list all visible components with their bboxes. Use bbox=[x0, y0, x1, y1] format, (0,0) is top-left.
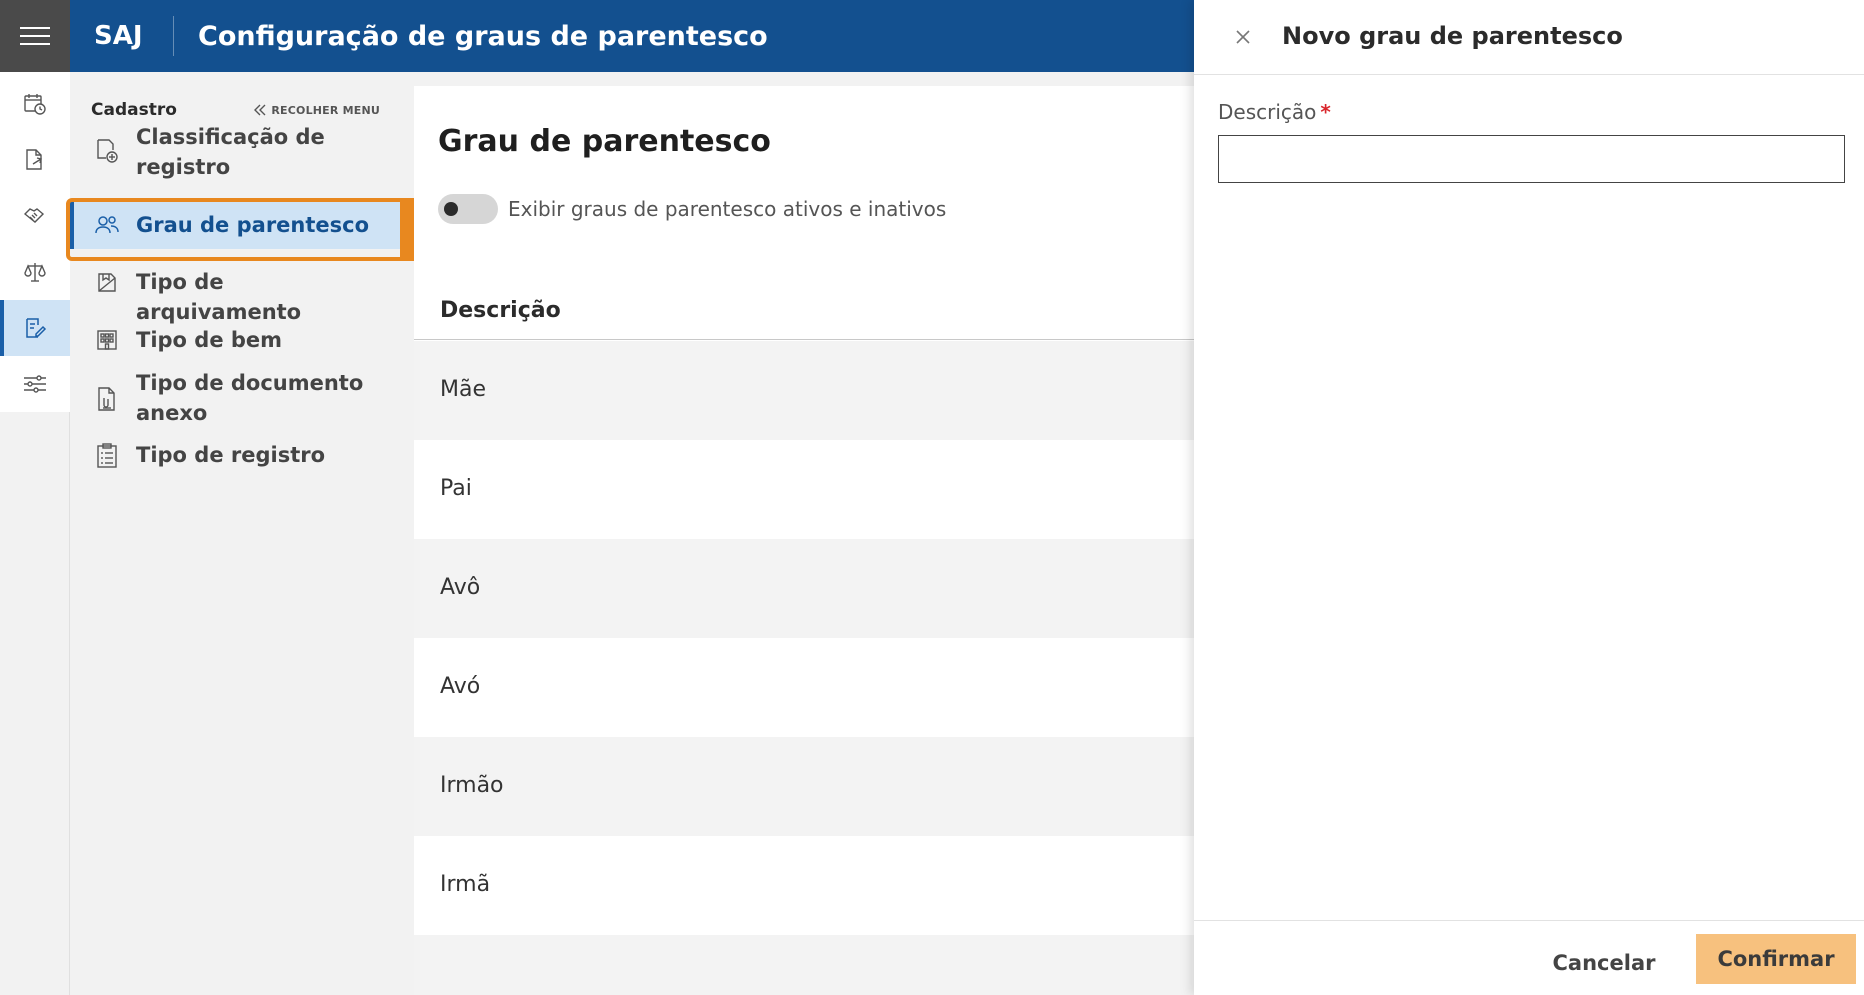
toggle-knob bbox=[444, 202, 458, 216]
menu-item-label: Tipo de registro bbox=[136, 443, 326, 467]
row-description: Irmão bbox=[440, 773, 504, 798]
submenu-title: Cadastro bbox=[91, 100, 177, 120]
row-description: Pai bbox=[440, 476, 472, 501]
brand-logo[interactable]: SAJ bbox=[70, 21, 173, 51]
handshake-icon bbox=[23, 208, 45, 223]
drawer-header: Novo grau de parentesco bbox=[1194, 0, 1864, 75]
active-toggle-row: Exibir graus de parentesco ativos e inat… bbox=[438, 194, 946, 224]
table-row[interactable]: Irmão bbox=[414, 737, 1194, 836]
required-marker: * bbox=[1320, 100, 1331, 124]
table-column-header[interactable]: Descrição bbox=[414, 284, 1194, 340]
toggle-label: Exibir graus de parentesco ativos e inat… bbox=[508, 197, 947, 221]
document-share-icon bbox=[26, 149, 42, 170]
checklist-icon bbox=[94, 443, 120, 469]
table-row-partial[interactable] bbox=[414, 935, 1194, 995]
drawer-close-button[interactable] bbox=[1230, 24, 1256, 50]
table-row[interactable]: Pai bbox=[414, 440, 1194, 539]
menu-item-label: Tipo de documento anexo bbox=[136, 371, 364, 425]
menu-item-classificacao[interactable]: Classificação de registro bbox=[70, 122, 400, 180]
archive-icon bbox=[94, 269, 120, 295]
rail-item-documents[interactable] bbox=[0, 132, 70, 188]
content-title: Grau de parentesco bbox=[438, 124, 771, 159]
submenu-header: Cadastro RECOLHER MENU bbox=[91, 98, 380, 122]
row-description: Avô bbox=[440, 575, 481, 600]
rail-item-cadastro[interactable] bbox=[0, 300, 70, 356]
calendar-clock-icon bbox=[24, 94, 46, 115]
double-chevron-left-icon bbox=[254, 104, 266, 116]
scales-icon bbox=[24, 263, 46, 282]
drawer-footer: Cancelar Confirmar bbox=[1194, 920, 1864, 995]
main-content: Grau de parentesco Exibir graus de paren… bbox=[414, 86, 1194, 995]
menu-item-tipo-de-arquivamento[interactable]: Tipo de arquivamento bbox=[70, 258, 400, 324]
close-icon bbox=[1236, 30, 1250, 44]
cancel-button[interactable]: Cancelar bbox=[1534, 939, 1674, 987]
menu-item-tipo-de-documento-anexo[interactable]: Tipo de documento anexo bbox=[70, 368, 400, 430]
building-icon bbox=[94, 327, 120, 353]
table-row[interactable]: Avô bbox=[414, 539, 1194, 638]
document-attach-icon bbox=[94, 386, 120, 412]
table-row[interactable]: Mãe bbox=[414, 341, 1194, 440]
rail-item-agenda[interactable] bbox=[0, 76, 70, 132]
page-title: Configuração de graus de parentesco bbox=[198, 20, 768, 52]
row-description: Irmã bbox=[440, 872, 491, 897]
rail-item-legal[interactable] bbox=[0, 244, 70, 300]
hamburger-icon bbox=[20, 27, 50, 45]
description-label-text: Descrição bbox=[1218, 100, 1317, 124]
rail-item-agreements[interactable] bbox=[0, 188, 70, 244]
row-description: Avó bbox=[440, 674, 481, 699]
row-description: Mãe bbox=[440, 377, 486, 402]
confirm-button[interactable]: Confirmar bbox=[1696, 934, 1856, 984]
description-field-label: Descrição * bbox=[1218, 100, 1331, 124]
app-header: SAJ Configuração de graus de parentesco bbox=[70, 0, 1194, 72]
table-row[interactable]: Avó bbox=[414, 638, 1194, 737]
edit-document-icon bbox=[26, 318, 47, 338]
hamburger-menu-button[interactable] bbox=[0, 0, 70, 72]
description-input[interactable] bbox=[1218, 135, 1845, 183]
column-header-label: Descrição bbox=[440, 298, 561, 323]
new-item-drawer: Novo grau de parentesco Descrição * Cance… bbox=[1194, 0, 1864, 995]
rail-item-settings[interactable] bbox=[0, 356, 70, 412]
active-inactive-toggle[interactable] bbox=[438, 194, 498, 224]
menu-item-label: Tipo de bem bbox=[136, 328, 283, 352]
sliders-icon bbox=[24, 375, 46, 393]
menu-item-tipo-de-bem[interactable]: Tipo de bem bbox=[70, 316, 400, 364]
document-add-icon bbox=[94, 138, 120, 164]
table-row[interactable]: Irmã bbox=[414, 836, 1194, 935]
menu-item-label: Classificação de registro bbox=[136, 125, 325, 179]
collapse-menu-label: RECOLHER MENU bbox=[271, 103, 380, 117]
icon-rail bbox=[0, 0, 70, 995]
drawer-title: Novo grau de parentesco bbox=[1282, 22, 1623, 50]
step-highlight-box bbox=[66, 198, 406, 261]
collapse-menu-button[interactable]: RECOLHER MENU bbox=[254, 104, 380, 117]
menu-item-tipo-de-registro[interactable]: Tipo de registro bbox=[70, 436, 400, 484]
